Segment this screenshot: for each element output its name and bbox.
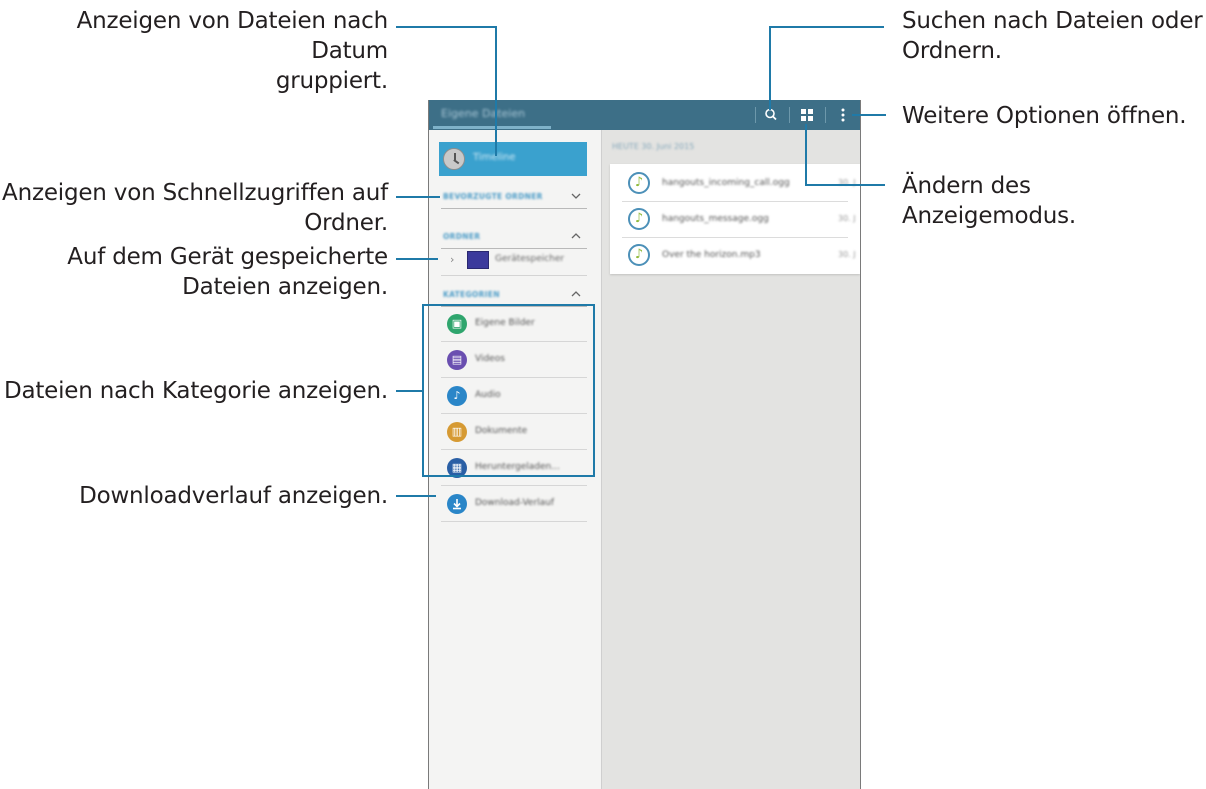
callout-group-by-date: Anzeigen von Dateien nach Datum gruppier… xyxy=(76,8,389,94)
device-storage-item[interactable]: › Gerätespeicher xyxy=(441,245,587,276)
title-underline xyxy=(433,126,551,129)
action-bar: Eigene Dateien xyxy=(429,100,860,130)
leader-line xyxy=(495,26,497,156)
music-note-icon: ♪ xyxy=(628,172,650,194)
music-note-icon: ♪ xyxy=(628,208,650,230)
callout-search: Suchen nach Dateien oder Ordnern. xyxy=(902,8,1203,64)
leader-line xyxy=(770,26,884,28)
download-history-item[interactable]: Download-Verlauf xyxy=(441,486,587,522)
action-bar-separator xyxy=(755,107,756,123)
timeline-item[interactable]: Timeline xyxy=(439,142,587,176)
date-group-header: HEUTE 30. Juni 2015 xyxy=(612,142,695,151)
chevron-down-icon[interactable] xyxy=(569,188,583,202)
leader-line xyxy=(396,26,496,28)
leader-line xyxy=(396,196,440,198)
leader-line xyxy=(805,124,807,186)
storage-label: Gerätespeicher xyxy=(495,254,565,264)
search-icon[interactable] xyxy=(761,105,781,125)
file-row[interactable]: ♪ hangouts_message.ogg 30. J xyxy=(622,202,860,238)
chevron-right-icon[interactable]: › xyxy=(450,253,454,266)
content-pane: HEUTE 30. Juni 2015 ♪ hangouts_incoming_… xyxy=(601,130,860,789)
callout-download-history: Downloadverlauf anzeigen. xyxy=(79,483,388,509)
callout-view-mode: Ändern des Anzeigemodus. xyxy=(902,173,1077,229)
music-note-icon: ♪ xyxy=(628,244,650,266)
clock-icon xyxy=(443,148,465,170)
leader-line xyxy=(396,495,436,497)
callout-more-options: Weitere Optionen öffnen. xyxy=(902,103,1187,129)
app-title[interactable]: Eigene Dateien xyxy=(441,107,525,120)
callout-quick-access: Anzeigen von Schnellzugriffen auf Ordner… xyxy=(2,180,388,236)
action-bar-separator xyxy=(825,107,826,123)
callout-by-category: Dateien nach Kategorie anzeigen. xyxy=(3,378,388,404)
storage-icon xyxy=(467,251,489,269)
leader-line xyxy=(396,390,424,392)
chevron-up-icon[interactable] xyxy=(569,228,583,242)
leader-line xyxy=(396,258,438,260)
leader-line xyxy=(852,114,886,116)
chevron-up-icon[interactable] xyxy=(569,286,583,300)
file-list-card: ♪ hangouts_incoming_call.ogg 30. J ♪ han… xyxy=(610,164,860,274)
action-bar-separator xyxy=(789,107,790,123)
category-highlight-box xyxy=(422,304,595,477)
more-options-icon[interactable] xyxy=(833,105,853,125)
grid-view-icon[interactable] xyxy=(797,105,817,125)
download-icon xyxy=(447,494,467,514)
leader-line xyxy=(769,26,771,110)
file-row[interactable]: ♪ Over the horizon.mp3 30. J xyxy=(622,238,860,274)
callout-device-files: Auf dem Gerät gespeicherte Dateien anzei… xyxy=(67,244,388,300)
section-favorite-folders[interactable]: BEVORZUGTE ORDNER xyxy=(441,186,587,209)
leader-line xyxy=(805,184,885,186)
